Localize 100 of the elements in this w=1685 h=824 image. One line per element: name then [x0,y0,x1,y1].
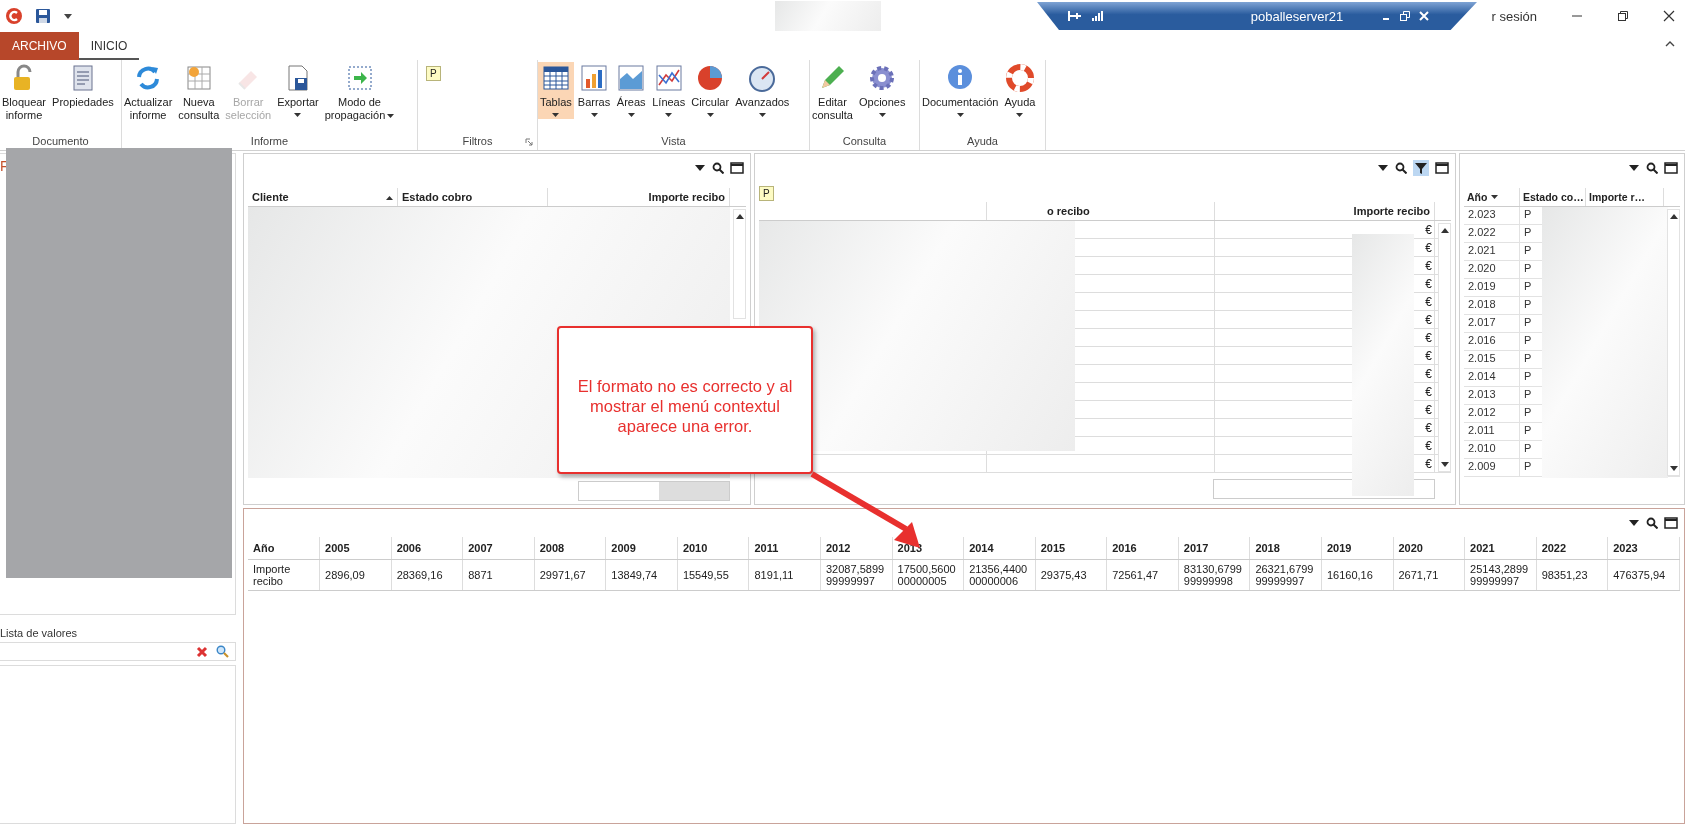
restore-icon[interactable] [1399,10,1411,22]
dialog-launcher-icon[interactable] [525,138,533,146]
column-header: 2012 [820,537,893,560]
ribbon-tab[interactable]: ARCHIVO [0,32,79,60]
close-icon[interactable] [1663,10,1675,22]
ribbon-button[interactable]: Documentación [920,62,1001,119]
table-cell: 2.011 [1468,424,1495,436]
filter-icon[interactable] [1413,160,1429,176]
ribbon-group-label: Consulta [842,135,887,147]
column-header[interactable]: Importe r… [1586,188,1664,206]
search-icon[interactable] [1395,162,1407,174]
table-cell: P [1524,244,1532,256]
column-header[interactable]: Año [1464,188,1520,206]
table-cell: P [1524,424,1532,436]
search-icon[interactable] [1646,517,1658,529]
search-field[interactable] [0,642,236,661]
row-header: Importe recibo [248,559,320,591]
ribbon-button[interactable]: Circular [689,62,732,119]
table-cell: 21356,440000000006 [963,559,1036,591]
table-cell: P [1524,460,1532,472]
filter-badge[interactable]: P [426,66,441,81]
ribbon-button[interactable]: Modo de propagación [322,62,397,123]
table-cell: P [1524,370,1532,382]
restore-icon[interactable] [1617,10,1629,22]
column-header: Año [248,537,320,560]
ribbon-button[interactable]: Tablas [538,62,574,119]
clear-icon[interactable] [196,645,208,658]
ribbon-button[interactable]: Nueva consulta [176,62,222,123]
ribbon-group-label: Filtros [462,135,493,147]
table-cell: 2.019 [1468,280,1496,292]
ribbon-button[interactable]: Propiedades [50,62,116,110]
table-cell: € [1425,420,1432,435]
ribbon-button[interactable]: Ayuda [1002,62,1038,119]
table-cell: 2.023 [1468,208,1496,220]
ribbon-button[interactable]: Áreas [614,62,649,119]
table-cell: P [1524,298,1532,310]
ribbon-button[interactable]: Editar consulta [810,62,855,123]
table-cell: 32087,589999999997 [820,559,893,591]
ribbon-button[interactable]: Actualizar informe [122,62,175,123]
ribbon-button[interactable]: Exportar [275,62,321,119]
scrollbar[interactable] [1438,223,1451,472]
column-header[interactable]: Importe recibo [548,188,730,206]
scrollbar[interactable] [733,209,746,319]
table-cell: € [1425,384,1432,399]
column-header[interactable]: Importe recibo [1215,202,1435,220]
column-header: 2023 [1607,537,1680,560]
column-header: 2010 [677,537,749,560]
table-cell: P [1524,442,1532,454]
collapse-ribbon-icon[interactable] [1665,40,1675,47]
table-cell: 72561,47 [1106,559,1179,591]
filter-badge[interactable]: P [759,186,774,201]
table-cell: P [1524,406,1532,418]
table-cell: P [1524,262,1532,274]
ribbon-group-label: Vista [661,135,686,147]
remote-host-name: poballeserver21 [1249,8,1344,24]
column-header: 2015 [1035,537,1107,560]
search-icon[interactable] [712,162,724,174]
table-cell: 2.010 [1468,442,1496,454]
maximize-icon[interactable] [1664,162,1678,174]
maximize-icon[interactable] [1435,162,1449,174]
column-header: 2021 [1464,537,1537,560]
table-cell: € [1425,312,1432,327]
column-header: 2007 [462,537,535,560]
column-header[interactable]: Estado co… [1520,188,1586,206]
ribbon-button[interactable]: Bloquear informe [0,62,49,123]
app-logo-icon[interactable] [5,7,23,25]
ribbon-button[interactable]: Barras [575,62,613,119]
ribbon-button[interactable]: Avanzados [733,62,792,119]
sort-ascending-icon[interactable] [386,194,393,200]
save-icon[interactable] [35,8,51,24]
table-cell: 2.018 [1468,298,1496,310]
table-cell: 2.021 [1468,244,1496,256]
table-cell: € [1425,348,1432,363]
table-cell: 2.022 [1468,226,1496,238]
ribbon-button[interactable]: Opciones [857,62,908,119]
sign-in-link[interactable]: r sesión [1491,8,1537,24]
pin-icon[interactable] [1067,10,1083,22]
table-cell: € [1425,294,1432,309]
gauge-icon [747,63,778,93]
column-header: 2006 [391,537,463,560]
table-cell: P [1524,334,1532,346]
search-icon[interactable] [1646,162,1658,174]
column-header[interactable]: o recibo [987,202,1215,220]
table-cell: 2.013 [1468,388,1496,400]
maximize-icon[interactable] [730,162,744,174]
column-header: 2009 [605,537,678,560]
customize-caret-icon[interactable] [63,12,73,20]
table-cell: P [1524,208,1532,220]
column-header[interactable]: Estado cobro [398,188,548,206]
scrollbar[interactable] [1667,209,1680,476]
ribbon-tab[interactable]: INICIO [78,32,140,60]
column-header[interactable]: Cliente [248,188,398,206]
sort-descending-icon[interactable] [1491,194,1499,200]
column-header: 2016 [1106,537,1179,560]
column-header: 2017 [1178,537,1250,560]
lifebuoy-icon [1004,63,1035,93]
maximize-icon[interactable] [1664,517,1678,529]
table-cell: € [1425,456,1432,471]
signal-icon [1091,10,1103,22]
ribbon-button[interactable]: Líneas [650,62,688,119]
